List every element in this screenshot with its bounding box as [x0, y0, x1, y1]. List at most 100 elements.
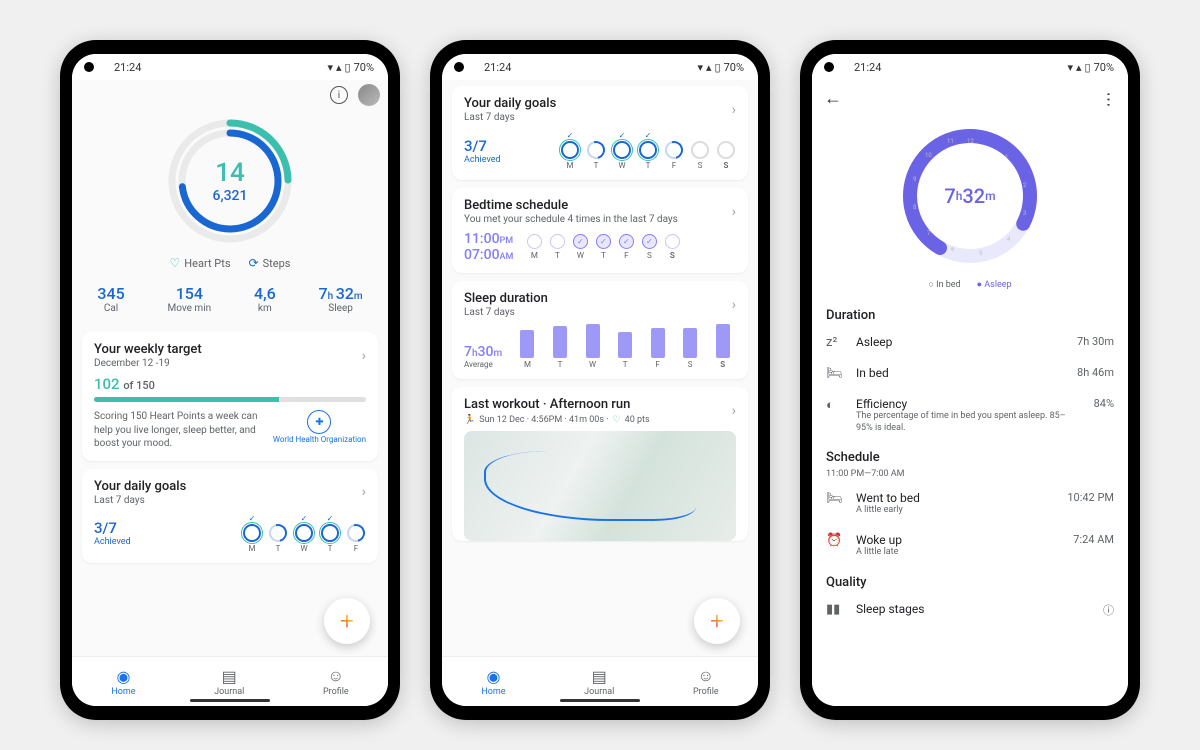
phone-2: 21:24 ▾ ▴ ▯ 70% Your daily goals Last 7 … — [430, 40, 770, 720]
battery-icon: ▯ — [715, 61, 721, 74]
wifi-icon: ▾ — [697, 61, 703, 74]
sleep-avg: 7h30m — [464, 344, 502, 360]
battery-icon: ▯ — [1085, 61, 1091, 74]
status-time: 21:24 — [114, 61, 327, 74]
bed-in-icon: 🛏 — [826, 491, 844, 506]
wifi-icon: ▾ — [327, 61, 333, 74]
nav-journal[interactable]: ▤Journal — [584, 667, 614, 697]
who-badge: ✚ World Health Organization — [273, 410, 366, 445]
content: i 14 6,321 ♡Heart — [72, 80, 388, 656]
efficiency-icon: ◐ — [826, 397, 844, 413]
signal-icon: ▴ — [336, 61, 342, 74]
stat-km[interactable]: 4,6 km — [254, 284, 276, 314]
home-indicator[interactable] — [190, 699, 270, 702]
row-inbed[interactable]: 🛏 In bed 8h 46m — [812, 358, 1128, 389]
row-went-to-bed[interactable]: 🛏 Went to bed A little early 10:42 PM — [812, 483, 1128, 525]
detail-header: ← ⋯ — [812, 80, 1128, 117]
stat-sleep[interactable]: 7h 32m Sleep — [319, 284, 363, 314]
nav-journal[interactable]: ▤Journal — [214, 667, 244, 697]
ring-legend: ♡Heart Pts ⟳Steps — [72, 248, 388, 280]
bedtime-card[interactable]: Bedtime schedule You met your schedule 4… — [452, 188, 748, 273]
steps-icon: ⟳ — [249, 256, 259, 270]
card-title: Your daily goals — [94, 479, 186, 494]
more-button[interactable]: ⋯ — [1100, 92, 1119, 106]
who-logo-icon: ✚ — [307, 410, 331, 434]
weekly-target-card[interactable]: Your weekly target December 12 -19 › 102… — [82, 332, 378, 461]
section-duration: Duration — [812, 300, 1128, 327]
status-icons: ▾ ▴ ▯ 70% — [1067, 61, 1114, 74]
target-score: 102 of 150 — [94, 375, 366, 393]
legend-heart: Heart Pts — [184, 257, 230, 270]
fab-add[interactable]: + — [324, 598, 370, 644]
battery-pct: 70% — [1094, 61, 1114, 74]
card-sub: Last 7 days — [464, 112, 556, 123]
nav-profile[interactable]: ☺Profile — [323, 666, 349, 697]
section-schedule: Schedule — [812, 442, 1128, 469]
card-title: Your weekly target — [94, 342, 202, 357]
row-asleep[interactable]: z² Asleep 7h 30m — [812, 327, 1128, 358]
card-title: Your daily goals — [464, 96, 556, 111]
daily-goals-card[interactable]: Your daily goals Last 7 days › 3/7 Achie… — [82, 469, 378, 563]
nav-home[interactable]: ◉Home — [111, 667, 135, 697]
section-quality: Quality — [812, 567, 1128, 594]
plus-icon: + — [340, 607, 354, 635]
schedule-range: 11:00 PM—7:00 AM — [812, 469, 1128, 483]
woke-val: 7:24 AM — [1073, 533, 1114, 546]
card-sub: Last 7 days — [94, 495, 186, 506]
row-woke-up[interactable]: ⏰ Woke up A little late 7:24 AM — [812, 525, 1128, 567]
back-button[interactable]: ← — [824, 88, 842, 109]
achieved-label: Achieved — [94, 537, 131, 547]
daily-goals-card[interactable]: Your daily goals Last 7 days › 3/7 Achie… — [452, 86, 748, 180]
activity-ring[interactable]: 14 6,321 — [72, 110, 388, 248]
avatar[interactable] — [358, 84, 380, 106]
screen-sleep-detail: 21:24 ▾ ▴ ▯ 70% ← ⋯ 1212 — [812, 54, 1128, 706]
battery-icon: ▯ — [345, 61, 351, 74]
chevron-right-icon: › — [732, 403, 736, 419]
screen-cards: 21:24 ▾ ▴ ▯ 70% Your daily goals Last 7 … — [442, 54, 758, 706]
card-title: Sleep duration — [464, 291, 548, 306]
target-progress — [94, 397, 366, 402]
row-sleep-stages[interactable]: ▮▮ Sleep stages ⓘ — [812, 594, 1128, 626]
row-efficiency[interactable]: ◐ Efficiency The percentage of time in b… — [812, 389, 1128, 442]
workout-map[interactable] — [464, 431, 736, 541]
signal-icon: ▴ — [706, 61, 712, 74]
inbed-val: 8h 46m — [1077, 366, 1114, 379]
status-icons: ▾ ▴ ▯ 70% — [697, 61, 744, 74]
screen-home: 21:24 ▾ ▴ ▯ 70% i — [72, 54, 388, 706]
home-indicator[interactable] — [560, 699, 640, 702]
info-icon[interactable]: i — [330, 86, 348, 104]
chevron-right-icon: › — [732, 102, 736, 118]
content: Your daily goals Last 7 days › 3/7 Achie… — [442, 80, 758, 656]
journal-icon: ▤ — [584, 667, 614, 686]
phone-3: 21:24 ▾ ▴ ▯ 70% ← ⋯ 1212 — [800, 40, 1140, 720]
workout-meta: 🏃 Sun 12 Dec · 4:56PM · 41m 00s · ♡ 40 p… — [464, 415, 650, 425]
status-bar: 21:24 ▾ ▴ ▯ 70% — [442, 54, 758, 80]
chevron-right-icon: › — [732, 204, 736, 220]
sleep-legend: ○ In bed ● Asleep — [812, 275, 1128, 300]
camera-cutout — [824, 62, 834, 72]
run-icon: 🏃 — [464, 415, 475, 425]
status-bar: 21:24 ▾ ▴ ▯ 70% — [72, 54, 388, 80]
went-val: 10:42 PM — [1067, 491, 1114, 504]
battery-pct: 70% — [354, 61, 374, 74]
card-title: Last workout · Afternoon run — [464, 397, 650, 412]
camera-cutout — [84, 62, 94, 72]
sleep-clock-ring[interactable]: 1212 345 678 91011 7h 32m — [812, 117, 1128, 275]
day-circles: ✓M T ✓W ✓T F — [242, 514, 366, 553]
bedtime-days: M T ✓W ✓T ✓F ✓S S — [525, 234, 681, 260]
nav-profile[interactable]: ☺Profile — [693, 666, 719, 697]
fab-add[interactable]: + — [694, 598, 740, 644]
chevron-right-icon: › — [362, 348, 366, 364]
sleep-duration-card[interactable]: Sleep duration Last 7 days › 7h30m Avera… — [452, 281, 748, 379]
stats-row: 345 Cal 154 Move min 4,6 km 7h 32m Sleep — [72, 280, 388, 326]
last-workout-card[interactable]: Last workout · Afternoon run 🏃 Sun 12 De… — [452, 387, 748, 541]
efficiency-val: 84% — [1094, 397, 1114, 410]
achieved-label: Achieved — [464, 155, 501, 165]
alarm-icon: ⏰ — [826, 533, 844, 548]
stat-move[interactable]: 154 Move min — [168, 284, 212, 314]
day-circles: ✓M T ✓W ✓T F S S — [560, 131, 736, 170]
stat-cal[interactable]: 345 Cal — [97, 284, 124, 314]
status-bar: 21:24 ▾ ▴ ▯ 70% — [812, 54, 1128, 80]
nav-home[interactable]: ◉Home — [481, 667, 505, 697]
info-icon[interactable]: ⓘ — [1103, 602, 1114, 618]
